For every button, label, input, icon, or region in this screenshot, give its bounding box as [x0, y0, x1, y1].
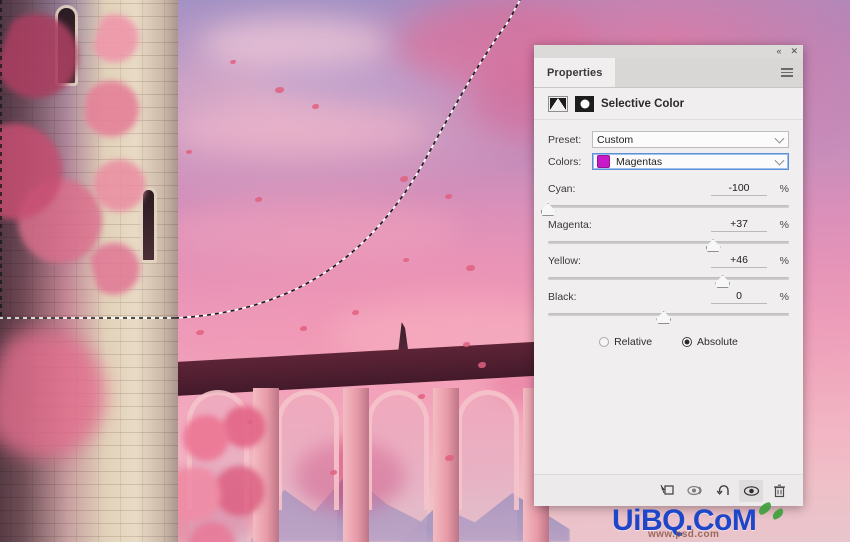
slider-unit: %: [779, 219, 789, 231]
preset-row: Preset: Custom: [548, 129, 789, 150]
preset-value: Custom: [597, 133, 634, 146]
slider-label: Black:: [548, 291, 577, 303]
radio-relative[interactable]: Relative: [599, 336, 652, 348]
preset-label: Preset:: [548, 133, 582, 146]
slider-cyan[interactable]: Cyan: -100%: [540, 181, 789, 216]
slider-label: Cyan:: [548, 183, 576, 195]
tab-properties[interactable]: Properties: [534, 58, 616, 87]
slider-black[interactable]: Black: 0%: [548, 289, 789, 324]
method-radio-group: Relative Absolute: [548, 336, 789, 348]
radio-absolute-dot: [682, 337, 693, 347]
slider-track[interactable]: [548, 311, 789, 324]
collapse-icon[interactable]: «: [776, 47, 781, 56]
slider-track[interactable]: [548, 239, 789, 252]
slider-unit: %: [779, 291, 789, 303]
tab-strip-filler: [615, 58, 777, 87]
bridge-deck: [175, 339, 575, 396]
slider-label: Yellow:: [548, 255, 581, 267]
slider-value[interactable]: -100: [711, 182, 767, 196]
view-previous-state-icon[interactable]: [683, 480, 707, 502]
slider-unit: %: [779, 183, 789, 195]
colors-value: Magentas: [616, 155, 663, 168]
slider-thumb[interactable]: [705, 239, 721, 252]
bridge-pier: [343, 388, 369, 542]
colors-dropdown[interactable]: Magentas: [592, 153, 789, 170]
panel-title-bar: « ✕: [534, 45, 803, 58]
photoshop-workspace: « ✕ Properties Selective Color Preset: C…: [0, 0, 850, 542]
color-swatch: [597, 155, 610, 168]
reset-adjustment-icon[interactable]: [711, 480, 735, 502]
bridge-pier: [433, 388, 459, 542]
viaduct-bridge: [170, 322, 575, 542]
layer-mask-icon[interactable]: [575, 95, 594, 112]
castle-tower: [0, 0, 178, 542]
adjustment-title: Selective Color: [601, 97, 685, 110]
slider-header: Yellow: +46%: [548, 253, 789, 269]
adjustment-header: Selective Color: [534, 88, 803, 120]
chevron-down-icon: [774, 133, 785, 144]
slider-thumb[interactable]: [715, 275, 731, 288]
slider-label: Magenta:: [548, 219, 592, 231]
panel-footer-toolbar: [534, 474, 803, 506]
hamburger-menu-icon[interactable]: [777, 58, 803, 87]
panel-body: Preset: Custom Colors: Magentas Cyan: -10…: [534, 120, 803, 348]
slider-thumb[interactable]: [540, 203, 556, 216]
slider-value[interactable]: +46: [711, 254, 767, 268]
slider-header: Magenta: +37%: [548, 217, 789, 233]
ivy-growth: [83, 0, 153, 320]
slider-magenta[interactable]: Magenta: +37%: [548, 217, 789, 252]
slider-list: Cyan: -100% Magenta: +37% Yellow: +46% Black: 0…: [540, 181, 789, 324]
toggle-visibility-icon[interactable]: [739, 479, 763, 502]
chevron-down-icon: [774, 155, 785, 166]
panel-tab-strip: Properties: [534, 58, 803, 88]
cloud: [170, 108, 430, 154]
slider-unit: %: [779, 255, 789, 267]
slider-track[interactable]: [540, 203, 789, 216]
slider-track[interactable]: [548, 275, 789, 288]
colors-row: Colors: Magentas: [548, 151, 789, 172]
arch-band: [457, 390, 519, 510]
radio-relative-label: Relative: [614, 336, 653, 348]
cloud: [160, 200, 460, 260]
slider-value[interactable]: +37: [711, 218, 767, 232]
radio-relative-dot: [599, 337, 610, 347]
radio-absolute[interactable]: Absolute: [682, 336, 738, 348]
slider-header: Cyan: -100%: [548, 181, 789, 197]
radio-absolute-label: Absolute: [697, 336, 738, 348]
properties-panel[interactable]: « ✕ Properties Selective Color Preset: C…: [534, 45, 803, 506]
delete-adjustment-icon[interactable]: [767, 480, 791, 502]
slider-yellow[interactable]: Yellow: +46%: [548, 253, 789, 288]
slider-thumb[interactable]: [656, 311, 672, 324]
slider-header: Black: 0%: [548, 289, 789, 305]
arch-band: [367, 390, 429, 510]
cherry-blossom-tree: [170, 398, 290, 542]
preset-dropdown[interactable]: Custom: [592, 131, 789, 148]
close-icon[interactable]: ✕: [790, 47, 798, 56]
clip-to-layer-icon[interactable]: [655, 480, 679, 502]
colors-label: Colors:: [548, 155, 582, 168]
selective-color-icon[interactable]: [548, 95, 568, 112]
slider-value[interactable]: 0: [711, 290, 767, 304]
